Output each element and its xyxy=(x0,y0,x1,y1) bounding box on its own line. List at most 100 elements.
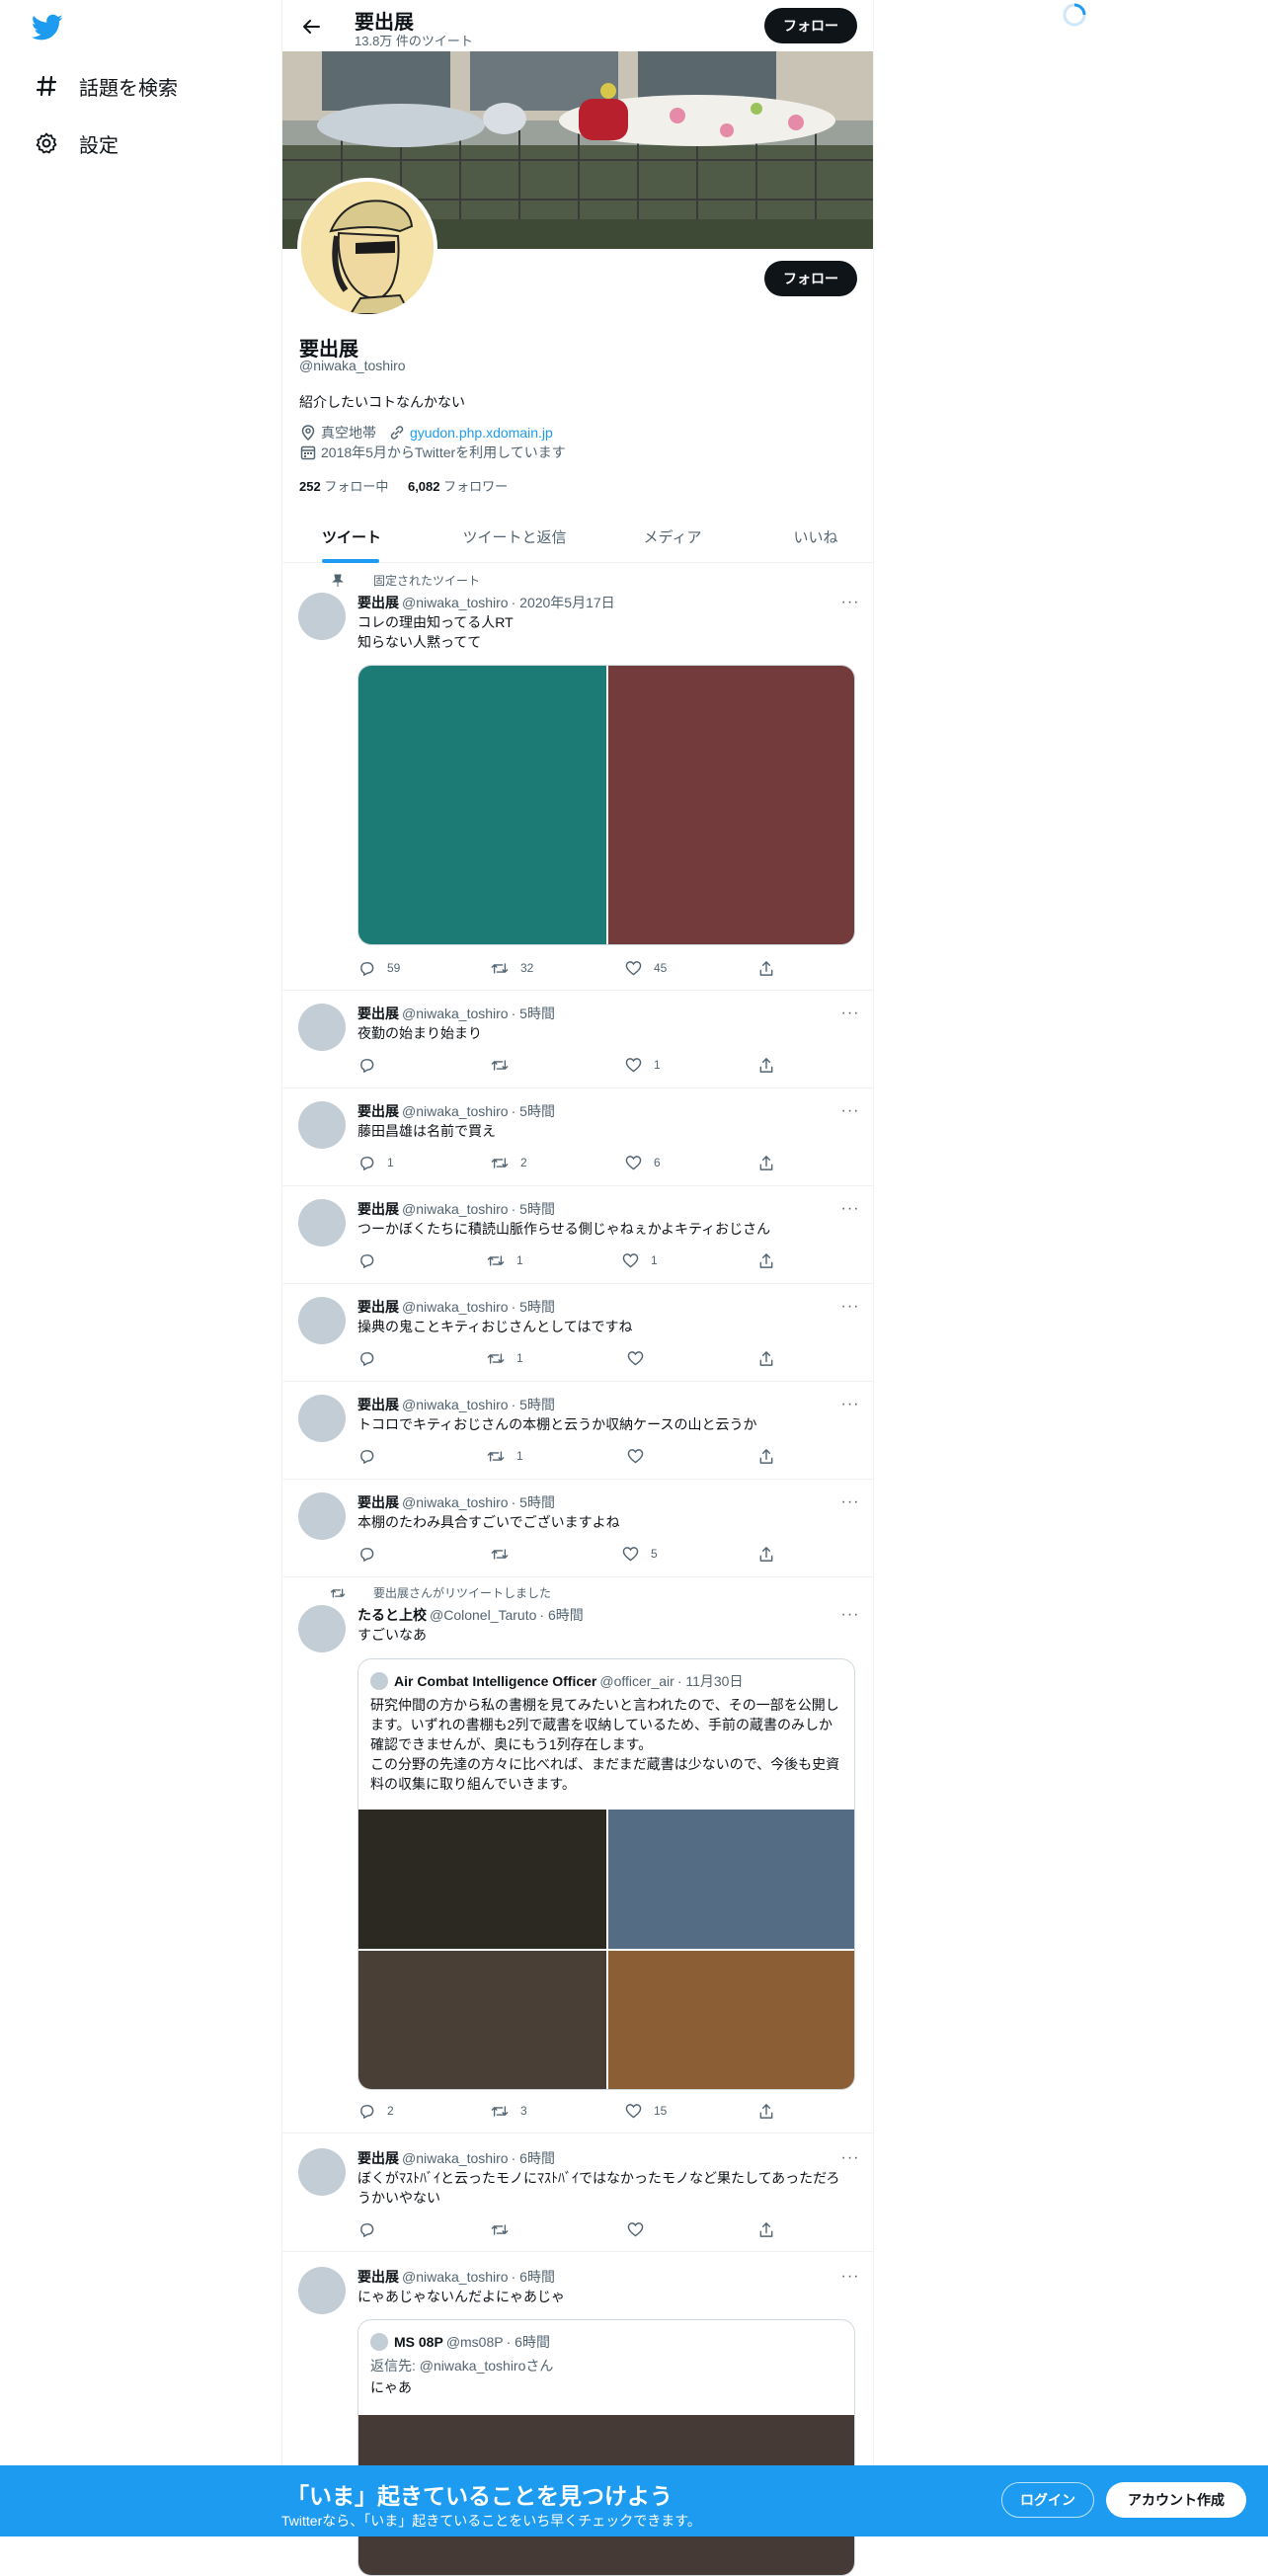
like-button[interactable]: 5 xyxy=(621,1545,658,1563)
share-button[interactable] xyxy=(757,1056,775,1074)
tweet-media[interactable] xyxy=(357,665,855,945)
like-button[interactable]: 1 xyxy=(624,1056,661,1074)
tweet-author-name[interactable]: 要出展 xyxy=(357,2269,399,2285)
tweet[interactable]: 要出展 @niwaka_toshiro · 5時間 ··· 本棚のたわみ具合すごいで… xyxy=(282,1480,873,1577)
tweet-author-handle[interactable]: @niwaka_toshiro xyxy=(402,1299,509,1315)
tweet-timestamp[interactable]: · 6時間 xyxy=(512,2269,555,2285)
more-options-icon[interactable]: ··· xyxy=(839,2149,861,2166)
like-button[interactable]: 45 xyxy=(624,959,667,977)
reply-button[interactable]: 2 xyxy=(357,2102,394,2120)
more-options-icon[interactable]: ··· xyxy=(839,1606,861,1623)
avatar[interactable] xyxy=(298,1492,346,1540)
avatar[interactable] xyxy=(298,1395,346,1442)
tab-tweets-and-replies[interactable]: ツイートと返信 xyxy=(440,510,589,563)
avatar[interactable] xyxy=(298,2148,346,2196)
retweet-button[interactable]: 2 xyxy=(491,1154,527,1171)
login-button[interactable]: ログイン xyxy=(1001,2482,1094,2518)
nav-settings[interactable]: 設定 xyxy=(32,123,119,163)
media-image[interactable] xyxy=(608,666,854,944)
tweet[interactable]: 要出展 @niwaka_toshiro · 5時間 ··· トコロでキティおじさんの… xyxy=(282,1382,873,1480)
reply-button[interactable]: 59 xyxy=(357,959,400,977)
tweet-author-handle[interactable]: @niwaka_toshiro xyxy=(402,595,509,610)
tweet-retweeted[interactable]: 要出展さんがリツイートしました たると上校 @Colonel_Taruto · 6時… xyxy=(282,1577,873,2133)
avatar[interactable] xyxy=(298,2267,346,2314)
tweet[interactable]: 要出展 @niwaka_toshiro · 5時間 ··· 藤田昌雄は名前で買え 1… xyxy=(282,1088,873,1186)
tweet-author-handle[interactable]: @niwaka_toshiro xyxy=(402,2150,509,2166)
tweet-author-handle[interactable]: @niwaka_toshiro xyxy=(402,1201,509,1217)
tweet-timestamp[interactable]: · 6時間 xyxy=(539,1607,583,1623)
like-button[interactable] xyxy=(626,2220,656,2238)
retweet-button[interactable]: 3 xyxy=(491,2102,527,2120)
avatar[interactable] xyxy=(298,1199,346,1247)
like-button[interactable]: 6 xyxy=(624,1154,661,1171)
tweet-author-handle[interactable]: @niwaka_toshiro xyxy=(402,1103,509,1119)
tweet-author-name[interactable]: 要出展 xyxy=(357,1201,399,1217)
more-options-icon[interactable]: ··· xyxy=(839,2268,861,2285)
tweet-timestamp[interactable]: · 6時間 xyxy=(512,2150,555,2166)
like-button[interactable]: 15 xyxy=(624,2102,667,2120)
tweet[interactable]: 要出展 @niwaka_toshiro · 5時間 ··· 夜勤の始まり始まり 1 xyxy=(282,991,873,1088)
tweet-author-name[interactable]: たると上校 xyxy=(357,1607,427,1623)
tweet[interactable]: 要出展 @niwaka_toshiro · 5時間 ··· つーかぼくたちに積読山脈… xyxy=(282,1186,873,1284)
tweet-author-handle[interactable]: @niwaka_toshiro xyxy=(402,1006,509,1021)
tweet-author-name[interactable]: 要出展 xyxy=(357,1397,399,1412)
media-image[interactable] xyxy=(608,1951,854,2089)
tweet-author-name[interactable]: 要出展 xyxy=(357,595,399,610)
twitter-bird-icon[interactable] xyxy=(32,14,63,41)
tweet-author-name[interactable]: 要出展 xyxy=(357,1494,399,1510)
retweet-button[interactable] xyxy=(491,1056,520,1074)
reply-button[interactable] xyxy=(357,1349,387,1367)
avatar[interactable] xyxy=(298,1297,346,1344)
tab-likes[interactable]: いいね xyxy=(766,510,865,563)
retweet-button[interactable]: 1 xyxy=(487,1447,523,1465)
more-options-icon[interactable]: ··· xyxy=(839,594,861,610)
reply-button[interactable] xyxy=(357,2220,387,2238)
share-button[interactable] xyxy=(757,1447,775,1465)
tweet[interactable]: 要出展 @niwaka_toshiro · 5時間 ··· 操典の鬼ことキティおじさ… xyxy=(282,1284,873,1382)
like-button[interactable] xyxy=(626,1447,656,1465)
more-options-icon[interactable]: ··· xyxy=(839,1005,861,1021)
share-button[interactable] xyxy=(757,1251,775,1269)
like-button[interactable]: 1 xyxy=(621,1251,658,1269)
tweet-author-name[interactable]: 要出展 xyxy=(357,1103,399,1119)
share-button[interactable] xyxy=(757,1545,775,1563)
reply-button[interactable]: 1 xyxy=(357,1154,394,1171)
nav-explore[interactable]: 話題を検索 xyxy=(32,66,178,106)
reply-button[interactable] xyxy=(357,1251,387,1269)
tweet-author-handle[interactable]: @Colonel_Taruto xyxy=(430,1607,536,1623)
retweet-button[interactable]: 32 xyxy=(491,959,533,977)
share-button[interactable] xyxy=(757,2220,775,2238)
tweet-author-name[interactable]: 要出展 xyxy=(357,2150,399,2166)
header-follow-button[interactable]: フォロー xyxy=(764,8,857,43)
tweet-timestamp[interactable]: · 2020年5月17日 xyxy=(512,595,615,610)
more-options-icon[interactable]: ··· xyxy=(839,1298,861,1315)
tab-tweets[interactable]: ツイート xyxy=(296,510,407,563)
tweet-timestamp[interactable]: · 5時間 xyxy=(512,1397,555,1412)
share-button[interactable] xyxy=(757,2102,775,2120)
profile-follow-button[interactable]: フォロー xyxy=(764,261,857,296)
share-button[interactable] xyxy=(757,1349,775,1367)
retweet-button[interactable]: 1 xyxy=(487,1251,523,1269)
tweet-author-name[interactable]: 要出展 xyxy=(357,1006,399,1021)
avatar[interactable] xyxy=(298,593,346,640)
signup-button[interactable]: アカウント作成 xyxy=(1106,2482,1246,2518)
media-image[interactable] xyxy=(608,1810,854,1949)
media-image[interactable] xyxy=(358,1951,606,2089)
tweet-pinned[interactable]: 固定されたツイート 要出展 @niwaka_toshiro · 2020年5月17日… xyxy=(282,564,873,991)
profile-avatar[interactable] xyxy=(297,178,437,318)
profile-website-link[interactable]: gyudon.php.xdomain.jp xyxy=(410,425,553,441)
retweet-button[interactable] xyxy=(491,1545,520,1563)
tweet-author-name[interactable]: 要出展 xyxy=(357,1299,399,1315)
tweet-timestamp[interactable]: · 5時間 xyxy=(512,1103,555,1119)
tab-media[interactable]: メディア xyxy=(618,510,727,563)
share-button[interactable] xyxy=(757,1154,775,1171)
retweet-button[interactable] xyxy=(491,2220,520,2238)
tweet-author-handle[interactable]: @niwaka_toshiro xyxy=(402,1494,509,1510)
followers-link[interactable]: 6,082 フォロワー xyxy=(408,479,508,494)
media-image[interactable] xyxy=(358,666,606,944)
more-options-icon[interactable]: ··· xyxy=(839,1200,861,1217)
more-options-icon[interactable]: ··· xyxy=(839,1396,861,1412)
back-arrow-icon[interactable] xyxy=(296,12,326,41)
more-options-icon[interactable]: ··· xyxy=(839,1102,861,1119)
quoted-tweet[interactable]: Air Combat Intelligence Officer @officer… xyxy=(357,1658,855,2090)
